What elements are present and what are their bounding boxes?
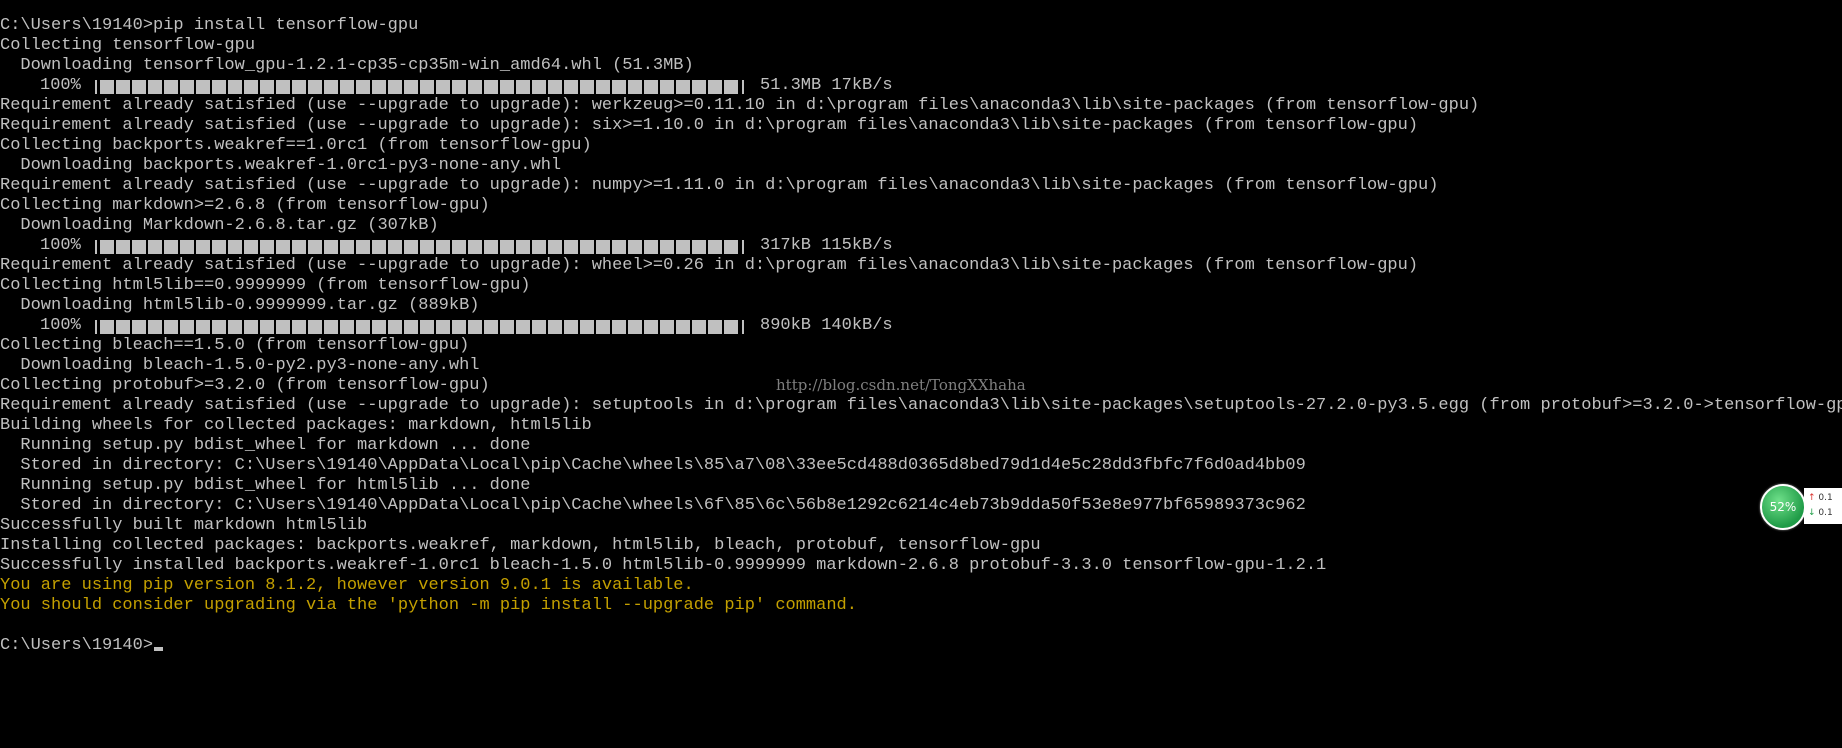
console-line-text: Collecting bleach==1.5.0 (from tensorflo… xyxy=(0,336,470,355)
progress-bar-right-edge xyxy=(742,80,744,94)
progress-stats: 317kB 115kB/s xyxy=(760,236,893,255)
console-line-text: Downloading bleach-1.5.0-py2.py3-none-an… xyxy=(0,356,480,375)
progress-bar-right-edge xyxy=(742,320,744,334)
network-speed-panel: ↑ 0.1 ↓ 0.1 xyxy=(1804,488,1842,524)
console-line-text: Successfully built markdown html5lib xyxy=(0,516,368,535)
console-line-text: You should consider upgrading via the 'p… xyxy=(0,596,857,615)
progress-percent: 100% xyxy=(40,236,81,255)
console-line-text: C:\Users\19140> xyxy=(0,636,154,655)
console-line: C:\Users\19140> xyxy=(0,636,1842,656)
progress-bar xyxy=(100,80,738,94)
console-line-text: Collecting tensorflow-gpu xyxy=(0,36,256,55)
progress-bar-right-edge xyxy=(742,240,744,254)
console-line: Stored in directory: C:\Users\19140\AppD… xyxy=(0,496,1842,516)
warning-line: You are using pip version 8.1.2, however… xyxy=(0,576,1842,596)
text-cursor xyxy=(154,647,164,651)
console-line-text: Successfully installed backports.weakref… xyxy=(0,556,1327,575)
console-line: Downloading bleach-1.5.0-py2.py3-none-an… xyxy=(0,356,1842,376)
network-usage-gauge[interactable]: 52% xyxy=(1760,484,1806,530)
console-line-text: Installing collected packages: backports… xyxy=(0,536,1041,555)
progress-bar-left-edge xyxy=(95,320,97,334)
console-line: Requirement already satisfied (use --upg… xyxy=(0,396,1842,416)
console-line-text: Collecting html5lib==0.9999999 (from ten… xyxy=(0,276,531,295)
progress-percent: 100% xyxy=(40,76,81,95)
console-line: Running setup.py bdist_wheel for html5li… xyxy=(0,476,1842,496)
console-line: Downloading tensorflow_gpu-1.2.1-cp35-cp… xyxy=(0,56,1842,76)
upload-speed: 0.1 xyxy=(1818,493,1833,503)
console-line-text: Building wheels for collected packages: … xyxy=(0,416,592,435)
console-line: Running setup.py bdist_wheel for markdow… xyxy=(0,436,1842,456)
console-line-text: You are using pip version 8.1.2, however… xyxy=(0,576,694,595)
progress-stats: 51.3MB 17kB/s xyxy=(760,76,893,95)
console-line: Collecting bleach==1.5.0 (from tensorflo… xyxy=(0,336,1842,356)
download-speed: 0.1 xyxy=(1818,508,1833,518)
console-line: Requirement already satisfied (use --upg… xyxy=(0,96,1842,116)
progress-stats: 890kB 140kB/s xyxy=(760,316,893,335)
progress-row: 100% 317kB 115kB/s xyxy=(0,236,1842,256)
console-line: C:\Users\19140>pip install tensorflow-gp… xyxy=(0,16,1842,36)
arrow-down-icon: ↓ xyxy=(1808,508,1816,518)
warning-line: You should consider upgrading via the 'p… xyxy=(0,596,1842,616)
arrow-up-icon: ↑ xyxy=(1808,493,1816,503)
console-line-text: Stored in directory: C:\Users\19140\AppD… xyxy=(0,456,1306,475)
console-line: Collecting html5lib==0.9999999 (from ten… xyxy=(0,276,1842,296)
console-line: Downloading backports.weakref-1.0rc1-py3… xyxy=(0,156,1842,176)
console-line-text: Downloading html5lib-0.9999999.tar.gz (8… xyxy=(0,296,480,315)
console-line-text: Requirement already satisfied (use --upg… xyxy=(0,96,1480,115)
console-line: Collecting backports.weakref==1.0rc1 (fr… xyxy=(0,136,1842,156)
console-line-text: Requirement already satisfied (use --upg… xyxy=(0,256,1419,275)
console-line-text: Stored in directory: C:\Users\19140\AppD… xyxy=(0,496,1306,515)
console-line-text: Requirement already satisfied (use --upg… xyxy=(0,176,1439,195)
progress-percent: 100% xyxy=(40,316,81,335)
console-line: Requirement already satisfied (use --upg… xyxy=(0,176,1842,196)
console-line: Successfully installed backports.weakref… xyxy=(0,556,1842,576)
watermark: http://blog.csdn.net/TongXXhaha xyxy=(776,376,1026,394)
progress-bar xyxy=(100,320,738,334)
console-line-text: Collecting markdown>=2.6.8 (from tensorf… xyxy=(0,196,490,215)
console-line-text: Downloading Markdown-2.6.8.tar.gz (307kB… xyxy=(0,216,439,235)
console-line-text: Running setup.py bdist_wheel for markdow… xyxy=(0,436,531,455)
console-line-text: Requirement already satisfied (use --upg… xyxy=(0,116,1419,135)
console-line: Downloading html5lib-0.9999999.tar.gz (8… xyxy=(0,296,1842,316)
console-line: Building wheels for collected packages: … xyxy=(0,416,1842,436)
console-line: Downloading Markdown-2.6.8.tar.gz (307kB… xyxy=(0,216,1842,236)
network-monitor-widget[interactable]: 52% ↑ 0.1 ↓ 0.1 xyxy=(1760,484,1842,530)
console-line: Requirement already satisfied (use --upg… xyxy=(0,116,1842,136)
console-line-text: Collecting backports.weakref==1.0rc1 (fr… xyxy=(0,136,592,155)
console-line-text: Requirement already satisfied (use --upg… xyxy=(0,396,1842,415)
console-line: Collecting markdown>=2.6.8 (from tensorf… xyxy=(0,196,1842,216)
progress-bar-left-edge xyxy=(95,240,97,254)
console-line: Successfully built markdown html5lib xyxy=(0,516,1842,536)
console-output[interactable]: C:\Users\19140>pip install tensorflow-gp… xyxy=(0,16,1842,656)
progress-bar xyxy=(100,240,738,254)
console-line-text: C:\Users\19140>pip install tensorflow-gp… xyxy=(0,16,419,35)
console-line: Requirement already satisfied (use --upg… xyxy=(0,256,1842,276)
console-line-text: Downloading backports.weakref-1.0rc1-py3… xyxy=(0,156,562,175)
progress-row: 100% 51.3MB 17kB/s xyxy=(0,76,1842,96)
console-line: Stored in directory: C:\Users\19140\AppD… xyxy=(0,456,1842,476)
progress-row: 100% 890kB 140kB/s xyxy=(0,316,1842,336)
console-line-text: Collecting protobuf>=3.2.0 (from tensorf… xyxy=(0,376,490,395)
console-line: Installing collected packages: backports… xyxy=(0,536,1842,556)
progress-bar-left-edge xyxy=(95,80,97,94)
console-line-text: Running setup.py bdist_wheel for html5li… xyxy=(0,476,531,495)
console-line-text: Downloading tensorflow_gpu-1.2.1-cp35-cp… xyxy=(0,56,694,75)
console-line: Collecting tensorflow-gpu xyxy=(0,36,1842,56)
